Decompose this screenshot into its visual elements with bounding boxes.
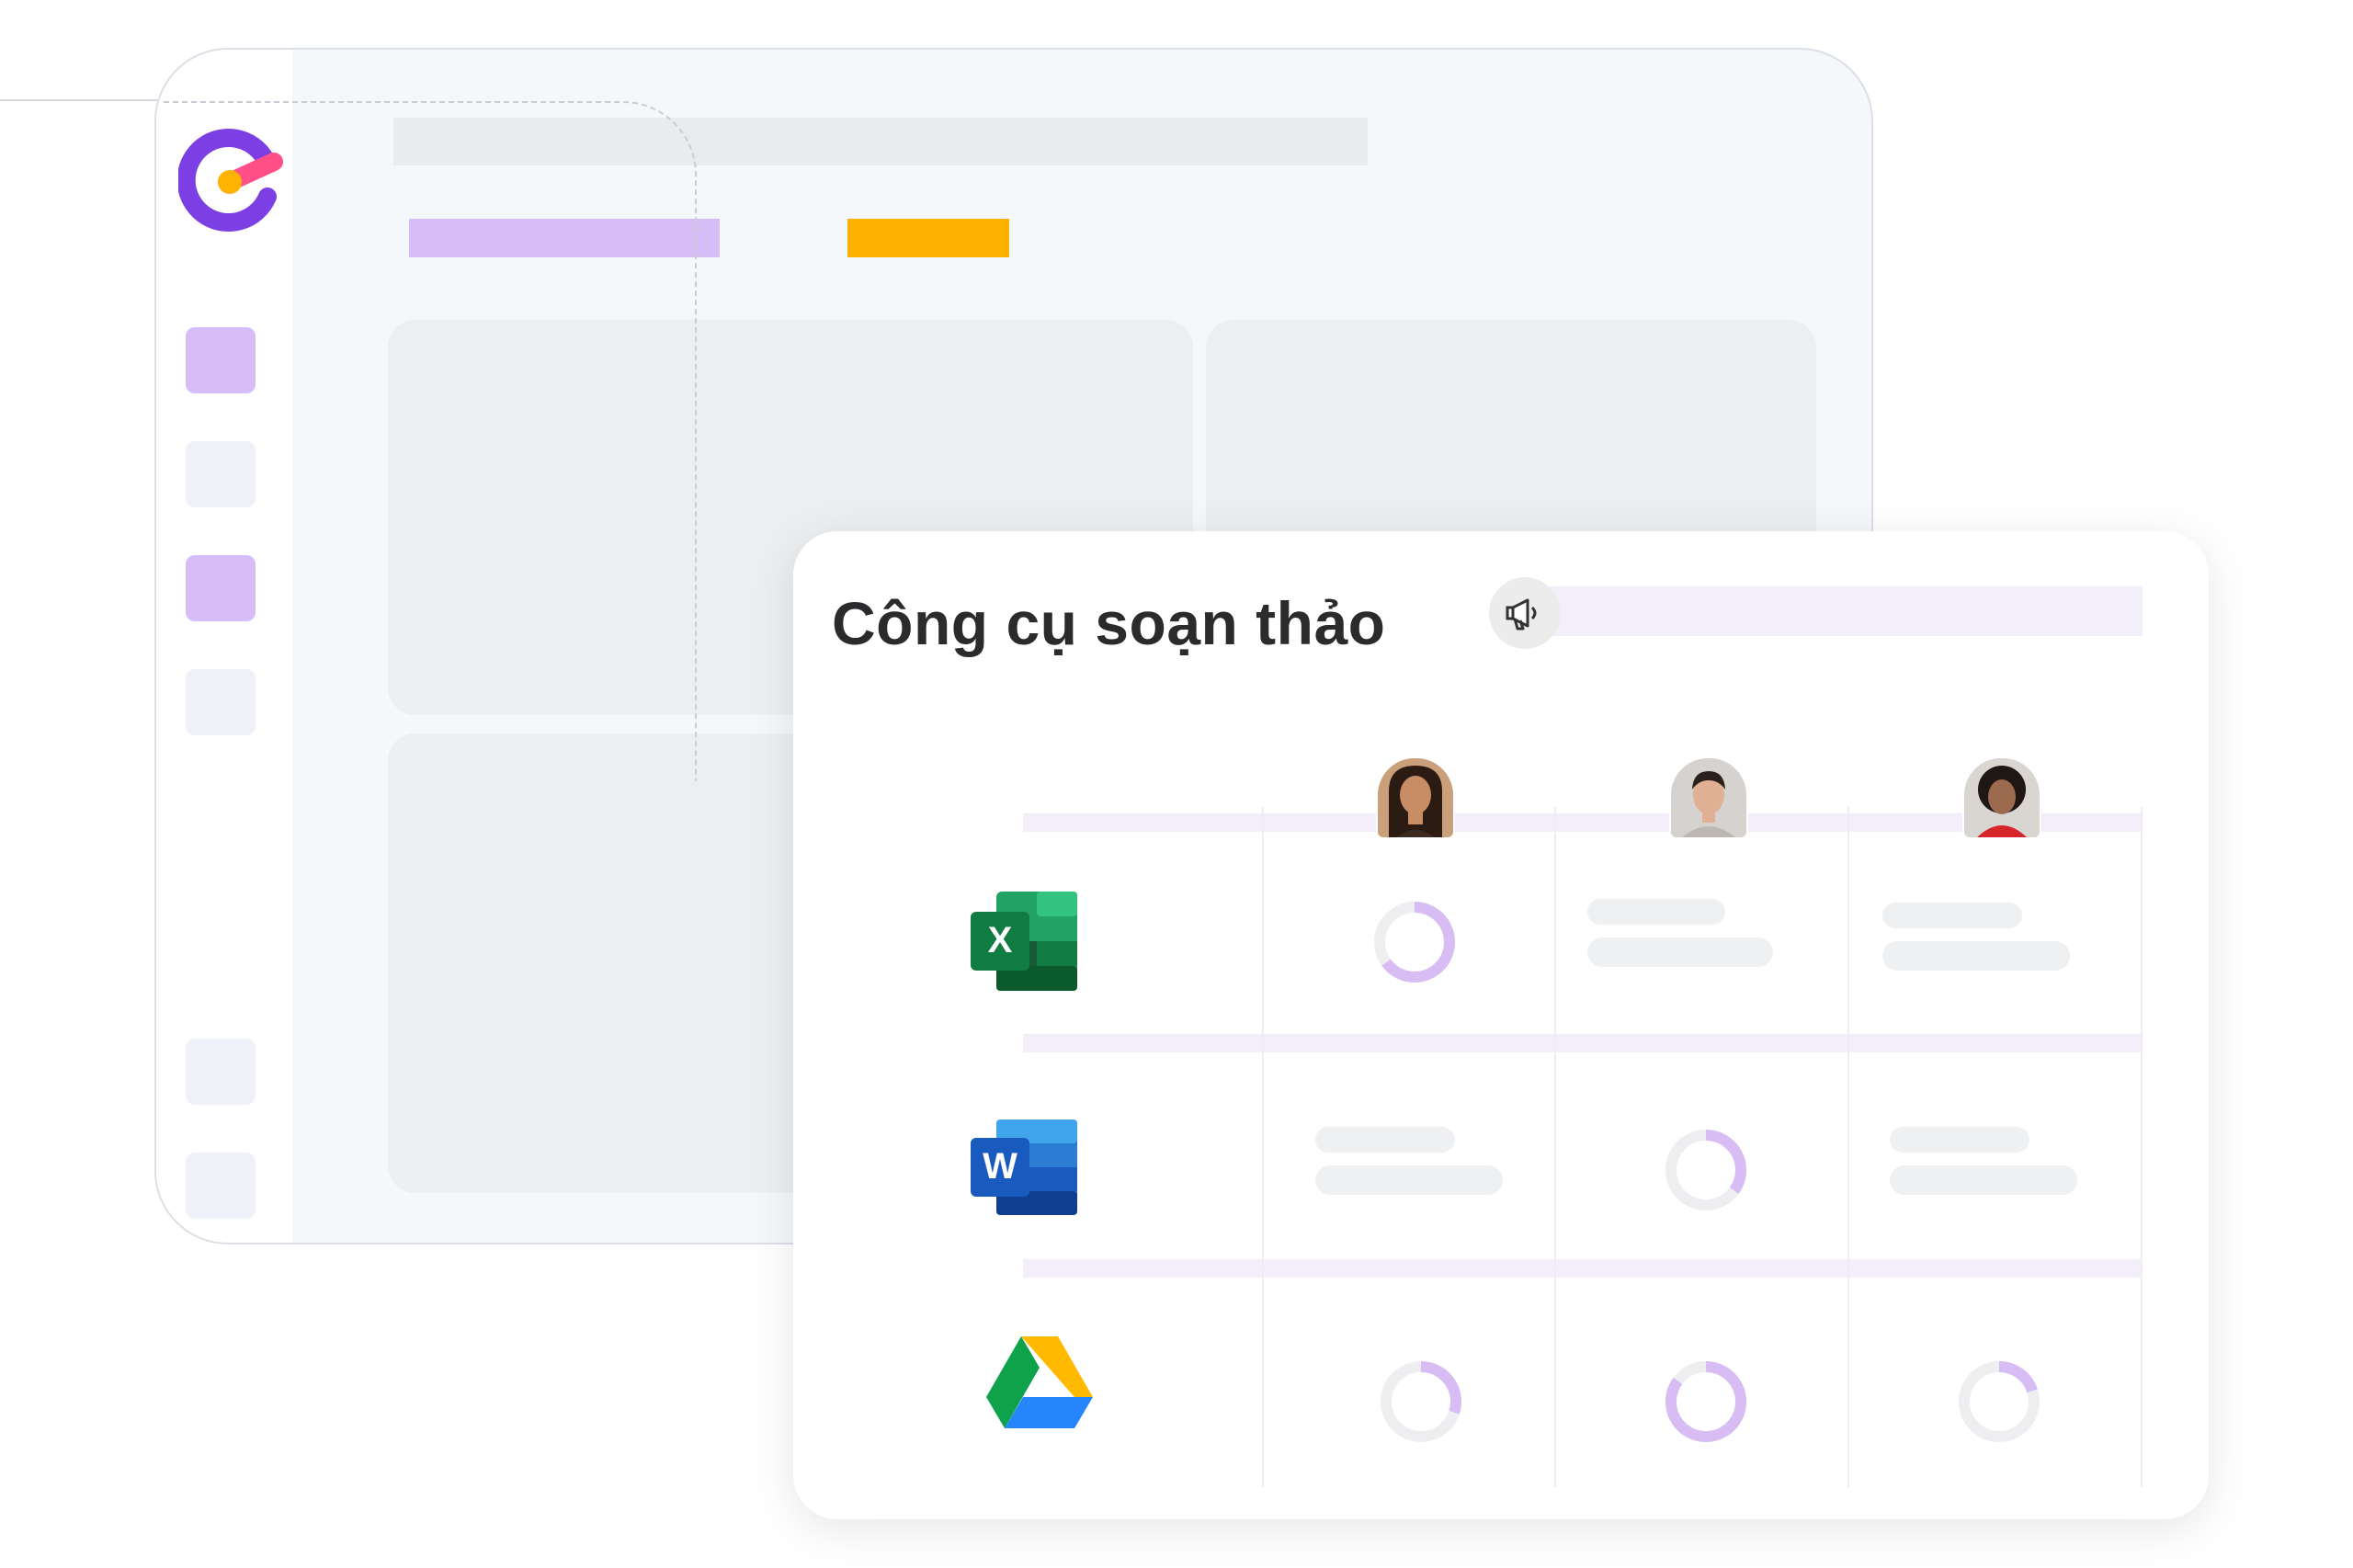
- megaphone-icon[interactable]: [1489, 577, 1561, 649]
- text-placeholder: [1890, 1165, 2077, 1195]
- progress-ring: [1665, 1130, 1746, 1210]
- card-title: Công cụ soạn thảo: [832, 589, 1386, 657]
- avatar-woman-long-hair-icon: [1378, 758, 1453, 837]
- excel-icon[interactable]: X: [971, 892, 1077, 991]
- progress-ring: [1374, 902, 1455, 983]
- text-placeholder: [1315, 1127, 1455, 1153]
- text-placeholder: [1882, 903, 2022, 928]
- sidebar-item[interactable]: [186, 1039, 256, 1105]
- svg-text:X: X: [988, 920, 1013, 960]
- table-row-divider: [1023, 1259, 2143, 1278]
- text-placeholder: [1587, 937, 1773, 967]
- progress-ring: [1959, 1361, 2040, 1442]
- sidebar-item[interactable]: [186, 1153, 256, 1219]
- svg-text:W: W: [983, 1146, 1017, 1187]
- column-divider: [1262, 807, 1264, 1487]
- column-divider: [1847, 807, 1849, 1487]
- column-divider: [1554, 807, 1556, 1487]
- user-avatar[interactable]: [1669, 756, 1748, 839]
- text-placeholder: [1882, 941, 2070, 971]
- user-avatar[interactable]: [1962, 756, 2041, 839]
- tab-placeholder-highlight[interactable]: [847, 219, 1009, 257]
- table-row-divider: [1023, 1034, 2143, 1052]
- progress-ring: [1665, 1361, 1746, 1442]
- avatar-man-short-hair-icon: [1671, 758, 1746, 837]
- header-highlight-bar: [1545, 586, 2143, 636]
- text-placeholder: [1315, 1165, 1503, 1195]
- editing-tools-card: Công cụ soạn thảo X W: [793, 531, 2209, 1519]
- avatar-woman-curly-hair-icon: [1964, 758, 2040, 837]
- decorative-dashed-outline: [164, 101, 697, 781]
- google-drive-icon[interactable]: [986, 1336, 1093, 1430]
- word-icon[interactable]: W: [971, 1119, 1077, 1215]
- text-placeholder: [1890, 1127, 2029, 1153]
- text-placeholder: [1587, 899, 1725, 925]
- progress-ring: [1381, 1361, 1461, 1442]
- user-avatar[interactable]: [1376, 756, 1455, 839]
- column-divider: [2141, 807, 2143, 1487]
